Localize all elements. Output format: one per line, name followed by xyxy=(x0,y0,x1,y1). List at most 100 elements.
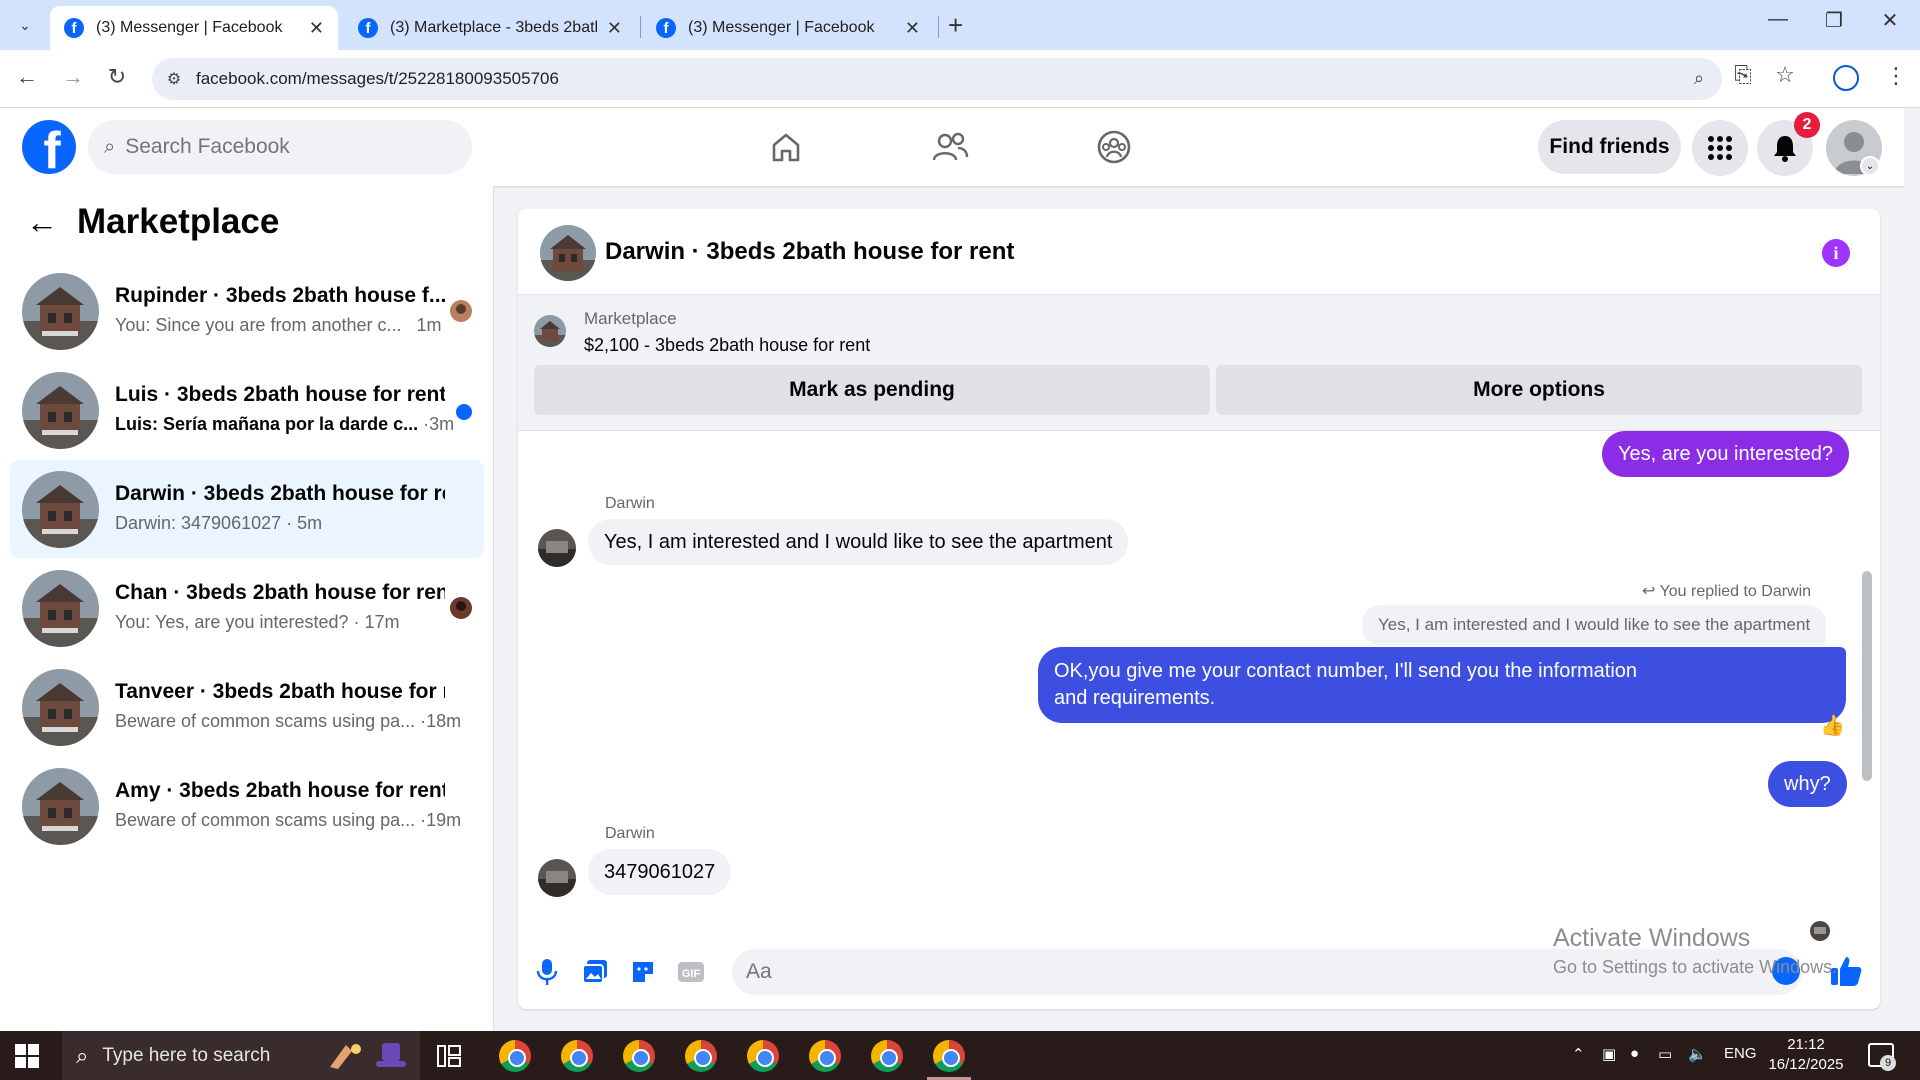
tab-messenger-1[interactable]: f (3) Messenger | Facebook ✕ xyxy=(50,6,338,50)
browser-tab-bar: ⌄ f (3) Messenger | Facebook ✕ f (3) Mar… xyxy=(0,0,1920,50)
address-bar[interactable]: ⚙ facebook.com/messages/t/25228180093505… xyxy=(152,58,1722,100)
listing-source: Marketplace xyxy=(584,309,677,328)
mark-pending-button[interactable]: Mark as pending xyxy=(534,365,1210,415)
thread-scrollbar[interactable] xyxy=(1862,571,1872,781)
microphone-icon[interactable] xyxy=(532,957,562,987)
tab-title: (3) Marketplace - 3beds 2bath h xyxy=(390,19,597,36)
message-line: OK,you give me your contact number, I'll… xyxy=(1054,660,1638,682)
task-view-icon[interactable] xyxy=(436,1043,470,1077)
chevron-down-icon[interactable]: ⌄ xyxy=(1860,156,1880,176)
back-button[interactable]: ← xyxy=(12,64,42,90)
message-input-box[interactable] xyxy=(732,949,1802,995)
close-window-button[interactable]: ✕ xyxy=(1862,8,1918,33)
outgoing-message[interactable]: Yes, are you interested? xyxy=(1602,431,1849,477)
friends-nav-icon[interactable] xyxy=(920,124,980,170)
facebook-search[interactable]: ⌕ xyxy=(88,120,472,174)
sender-avatar[interactable] xyxy=(538,859,576,897)
outgoing-message[interactable]: why? xyxy=(1768,761,1847,807)
listing-thumbnail xyxy=(534,315,566,347)
conversation-preview: You: Since you are from another c... 1m xyxy=(115,315,442,335)
gif-icon[interactable]: GIF xyxy=(676,957,706,987)
tab-messenger-2[interactable]: f (3) Messenger | Facebook ✕ xyxy=(642,6,934,50)
chrome-taskbar-icon[interactable] xyxy=(561,1040,593,1072)
install-app-icon[interactable]: ⎘ xyxy=(1728,62,1758,88)
chat-title[interactable]: Darwin · 3beds 2bath house for rent xyxy=(605,238,1014,266)
tray-app-icon[interactable]: ● xyxy=(1630,1045,1639,1062)
info-icon[interactable]: i xyxy=(1822,239,1850,267)
chrome-taskbar-icon[interactable] xyxy=(809,1040,841,1072)
tray-app-icon[interactable]: ▣ xyxy=(1602,1045,1616,1063)
chrome-taskbar-icon[interactable] xyxy=(499,1040,531,1072)
chrome-taskbar-icon[interactable] xyxy=(933,1040,965,1072)
quoted-message[interactable]: Yes, I am interested and I would like to… xyxy=(1362,605,1827,645)
thumbs-up-reaction-icon[interactable]: 👍 xyxy=(1820,713,1850,739)
chrome-taskbar-icon[interactable] xyxy=(747,1040,779,1072)
house-thumbnail xyxy=(22,372,99,449)
message-input[interactable] xyxy=(746,960,1646,984)
reply-arrow-icon: ↩ xyxy=(1642,583,1656,600)
bookmark-star-icon[interactable]: ☆ xyxy=(1770,62,1800,88)
house-thumbnail xyxy=(22,768,99,845)
outgoing-message[interactable]: OK,you give me your contact number, I'll… xyxy=(1038,647,1846,723)
sender-avatar[interactable] xyxy=(538,529,576,567)
conversation-item-tanveer[interactable]: Tanveer · 3beds 2bath house for re... Be… xyxy=(10,658,484,756)
close-tab-icon[interactable]: ✕ xyxy=(309,18,324,39)
conversation-preview: You: Yes, are you interested? · 17m xyxy=(115,612,400,632)
language-indicator[interactable]: ENG xyxy=(1724,1045,1757,1062)
minimize-button[interactable]: — xyxy=(1750,8,1806,31)
close-tab-icon[interactable]: ✕ xyxy=(905,18,920,39)
zoom-icon[interactable]: ⌕ xyxy=(1694,68,1704,89)
find-friends-button[interactable]: Find friends xyxy=(1538,120,1681,174)
seen-avatar xyxy=(450,597,472,619)
incoming-message[interactable]: 3479061027 xyxy=(588,849,732,895)
message-line: and requirements. xyxy=(1054,687,1216,709)
chat-panel: Darwin · 3beds 2bath house for rent i Ma… xyxy=(518,209,1880,1009)
restore-button[interactable]: ❐ xyxy=(1806,8,1862,33)
sticker-icon[interactable] xyxy=(628,957,658,987)
more-options-button[interactable]: More options xyxy=(1216,365,1862,415)
url-text: facebook.com/messages/t/2522818009350570… xyxy=(196,69,559,88)
notification-badge: 2 xyxy=(1794,112,1820,138)
facebook-favicon-icon: f xyxy=(358,18,378,38)
photo-gallery-icon[interactable] xyxy=(580,957,610,987)
conversation-name: Darwin · 3beds 2bath house for rent xyxy=(115,482,445,505)
listing-price[interactable]: $2,100 - 3beds 2bath house for rent xyxy=(584,335,870,356)
chrome-taskbar-icon[interactable] xyxy=(623,1040,655,1072)
reload-button[interactable]: ↻ xyxy=(102,64,132,90)
conversation-item-rupinder[interactable]: Rupinder · 3beds 2bath house f... You: S… xyxy=(10,262,484,360)
show-hidden-icons[interactable]: ⌃ xyxy=(1572,1045,1585,1063)
tab-separator xyxy=(938,16,939,38)
groups-nav-icon[interactable] xyxy=(1084,124,1144,170)
tab-marketplace[interactable]: f (3) Marketplace - 3beds 2bath h ✕ xyxy=(344,6,636,50)
back-arrow-icon[interactable]: ← xyxy=(26,204,58,241)
conversation-item-luis[interactable]: Luis · 3beds 2bath house for rent Luis: … xyxy=(10,361,484,459)
tab-search-button[interactable]: ⌄ xyxy=(10,12,40,38)
windows-start-icon[interactable] xyxy=(14,1043,40,1069)
clock[interactable]: 21:12 16/12/2025 xyxy=(1764,1035,1848,1075)
search-input[interactable] xyxy=(125,135,426,159)
browser-profile-icon[interactable] xyxy=(1833,65,1859,91)
conversation-item-amy[interactable]: Amy · 3beds 2bath house for rent Beware … xyxy=(10,757,484,855)
conversation-item-darwin[interactable]: Darwin · 3beds 2bath house for rent Darw… xyxy=(10,460,484,558)
emoji-icon[interactable] xyxy=(1772,957,1800,985)
forward-button[interactable]: → xyxy=(58,64,88,90)
chat-avatar[interactable] xyxy=(540,225,596,281)
incoming-message[interactable]: Yes, I am interested and I would like to… xyxy=(588,519,1129,565)
thumbs-up-send-icon[interactable] xyxy=(1828,953,1864,989)
house-thumbnail xyxy=(22,570,99,647)
menu-grid-button[interactable] xyxy=(1692,120,1748,176)
facebook-logo[interactable]: f xyxy=(22,120,76,174)
new-tab-button[interactable]: + xyxy=(948,10,963,41)
chrome-taskbar-icon[interactable] xyxy=(685,1040,717,1072)
chrome-taskbar-icon[interactable] xyxy=(871,1040,903,1072)
home-nav-icon[interactable] xyxy=(756,124,816,170)
page-scrollbar[interactable] xyxy=(1904,108,1920,1031)
search-highlight-icon[interactable] xyxy=(326,1039,406,1073)
close-tab-icon[interactable]: ✕ xyxy=(607,18,622,39)
network-icon[interactable]: ▭ xyxy=(1658,1045,1672,1063)
conversation-item-chan[interactable]: Chan · 3beds 2bath house for rent You: Y… xyxy=(10,559,484,657)
action-center-count: 9 xyxy=(1880,1055,1896,1071)
volume-icon[interactable]: 🔈 xyxy=(1688,1045,1707,1063)
browser-menu-icon[interactable]: ⋮ xyxy=(1885,63,1907,89)
site-info-icon[interactable]: ⚙ xyxy=(164,69,184,89)
